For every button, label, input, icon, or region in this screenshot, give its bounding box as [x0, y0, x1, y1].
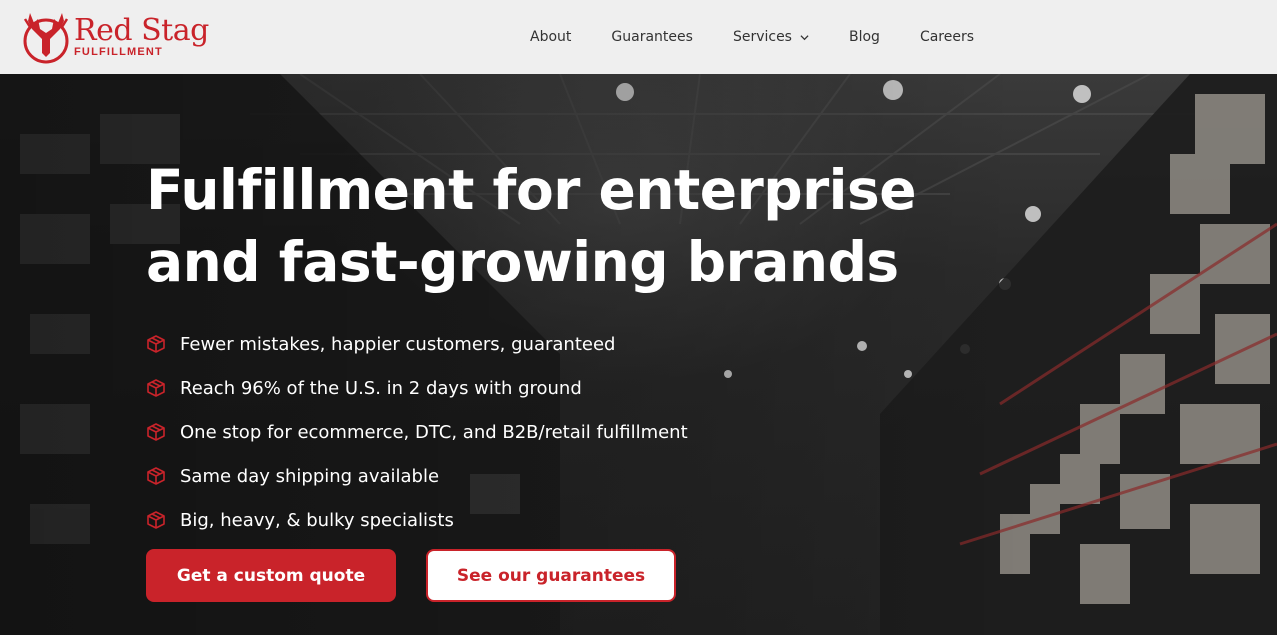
hero-headline: Fulfillment for enterprise and fast-grow…	[146, 154, 1046, 298]
logo-name: Red Stag	[74, 13, 209, 48]
nav-item-blog[interactable]: Blog	[849, 29, 880, 45]
list-item: Same day shipping available	[146, 454, 846, 498]
list-item: Big, heavy, & bulky specialists	[146, 498, 846, 542]
headline-line-1: Fulfillment for enterprise	[146, 158, 917, 222]
nav-item-careers[interactable]: Careers	[920, 29, 974, 45]
nav-item-label: About	[530, 29, 572, 45]
hero-section: Fulfillment for enterprise and fast-grow…	[0, 74, 1277, 635]
nav-item-guarantees[interactable]: Guarantees	[611, 29, 693, 45]
list-item: Reach 96% of the U.S. in 2 days with gro…	[146, 366, 846, 410]
logo[interactable]: Red Stag FULFILLMENT	[20, 8, 209, 66]
list-item: Fewer mistakes, happier customers, guara…	[146, 322, 846, 366]
list-item-text: One stop for ecommerce, DTC, and B2B/ret…	[180, 421, 688, 443]
nav-item-label: Careers	[919, 29, 975, 45]
stag-logo-icon	[23, 13, 69, 64]
see-guarantees-button[interactable]: See our guarantees	[426, 549, 676, 602]
site-header: Red Stag FULFILLMENT About Guarantees Se…	[0, 0, 1277, 74]
package-box-icon	[147, 335, 165, 353]
list-item-text: Fewer mistakes, happier customers, guara…	[180, 333, 616, 355]
get-quote-button[interactable]: Get a custom quote	[146, 549, 396, 602]
nav-item-label: Blog	[848, 29, 880, 45]
package-box-icon	[147, 511, 165, 529]
list-item-text: Reach 96% of the U.S. in 2 days with gro…	[180, 377, 582, 399]
main-nav: About Guarantees Services Blog Careers	[510, 0, 1014, 74]
list-item-text: Big, heavy, & bulky specialists	[180, 509, 454, 531]
package-box-icon	[147, 423, 165, 441]
nav-item-about[interactable]: About	[530, 29, 571, 45]
feature-list: Fewer mistakes, happier customers, guara…	[146, 322, 846, 542]
nav-item-services[interactable]: Services	[733, 29, 809, 45]
nav-item-label: Guarantees	[611, 29, 693, 45]
list-item-text: Same day shipping available	[180, 465, 440, 487]
chevron-down-icon	[800, 34, 809, 40]
list-item: One stop for ecommerce, DTC, and B2B/ret…	[146, 410, 846, 454]
package-box-icon	[147, 379, 165, 397]
nav-item-label: Services	[732, 29, 792, 45]
logo-subtitle: FULFILLMENT	[74, 46, 163, 58]
headline-line-2: and fast-growing brands	[146, 230, 899, 294]
package-box-icon	[147, 467, 165, 485]
